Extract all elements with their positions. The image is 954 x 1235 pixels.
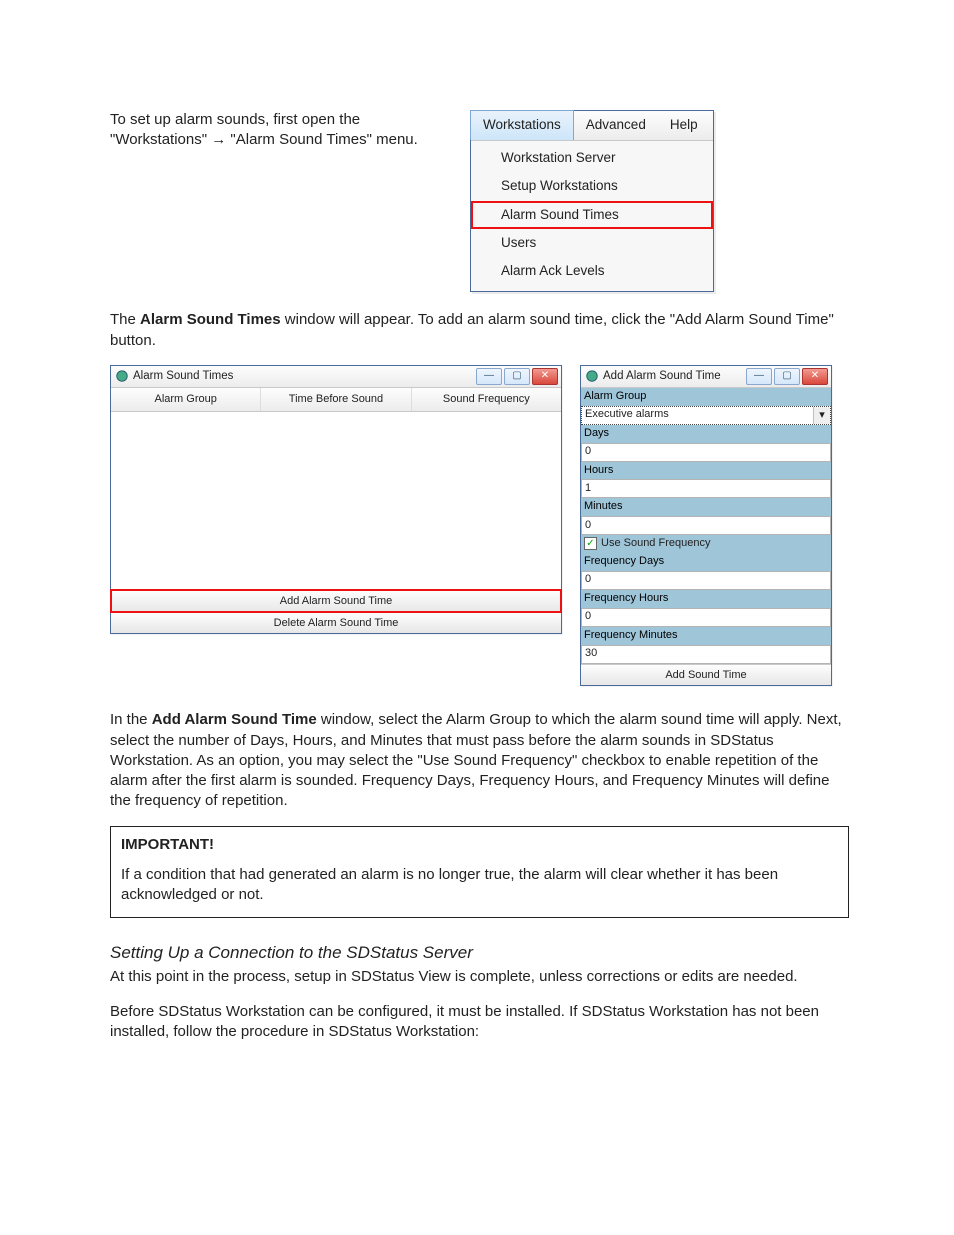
hours-value: 1 xyxy=(585,481,591,496)
freq-days-input[interactable]: 0 xyxy=(581,571,831,590)
alarm-group-label: Alarm Group xyxy=(581,388,831,406)
menu-item-alarm-ack-levels[interactable]: Alarm Ack Levels xyxy=(471,257,713,285)
workstations-menu: Workstations Advanced Help Workstation S… xyxy=(470,110,714,292)
menu-tab-workstations[interactable]: Workstations xyxy=(470,110,574,140)
add-title: Add Alarm Sound Time xyxy=(603,369,742,385)
app-icon xyxy=(115,369,129,383)
col-alarm-group[interactable]: Alarm Group xyxy=(111,388,261,411)
section-heading-connection: Setting Up a Connection to the SDStatus … xyxy=(110,942,849,965)
days-input[interactable]: 0 xyxy=(581,443,831,462)
menu-item-alarm-sound-times[interactable]: Alarm Sound Times xyxy=(471,201,713,229)
paragraph-5: Before SDStatus Workstation can be confi… xyxy=(110,1002,849,1043)
hours-input[interactable]: 1 xyxy=(581,479,831,498)
p2-bold: Alarm Sound Times xyxy=(140,311,281,328)
important-heading: IMPORTANT! xyxy=(121,835,838,855)
hours-label: Hours xyxy=(581,462,831,480)
freq-days-value: 0 xyxy=(585,572,591,587)
paragraph-2: The Alarm Sound Times window will appear… xyxy=(110,310,849,351)
freq-days-label: Frequency Days xyxy=(581,553,831,571)
alarm-sound-times-window: Alarm Sound Times — ▢ ✕ Alarm Group Time… xyxy=(110,365,562,635)
col-sound-frequency[interactable]: Sound Frequency xyxy=(412,388,561,411)
minutes-label: Minutes xyxy=(581,498,831,516)
freq-hours-label: Frequency Hours xyxy=(581,590,831,608)
add-titlebar: Add Alarm Sound Time — ▢ ✕ xyxy=(581,366,831,388)
menu-item-setup-workstations[interactable]: Setup Workstations xyxy=(471,172,713,200)
alarm-group-select[interactable]: Executive alarms ▾ xyxy=(581,406,831,425)
important-callout: IMPORTANT! If a condition that had gener… xyxy=(110,826,849,919)
minutes-value: 0 xyxy=(585,518,591,533)
p3-a: In the xyxy=(110,711,152,728)
checkbox-icon: ✓ xyxy=(584,537,597,550)
freq-hours-input[interactable]: 0 xyxy=(581,608,831,627)
freq-minutes-value: 30 xyxy=(585,646,597,661)
minutes-input[interactable]: 0 xyxy=(581,516,831,535)
minimize-icon[interactable]: — xyxy=(746,368,772,385)
important-body: If a condition that had generated an ala… xyxy=(121,865,838,906)
ast-title: Alarm Sound Times xyxy=(133,369,472,385)
use-sound-frequency-checkbox[interactable]: ✓ Use Sound Frequency xyxy=(581,535,831,553)
close-icon[interactable]: ✕ xyxy=(532,368,558,385)
menu-bar: Workstations Advanced Help xyxy=(471,111,713,141)
menu-item-users[interactable]: Users xyxy=(471,229,713,257)
menu-dropdown: Workstation Server Setup Workstations Al… xyxy=(471,141,713,291)
add-sound-time-button[interactable]: Add Sound Time xyxy=(581,664,831,686)
days-label: Days xyxy=(581,425,831,443)
ast-empty-list xyxy=(111,412,561,590)
intro-text-b: "Alarm Sound Times" menu. xyxy=(226,131,418,148)
chevron-down-icon[interactable]: ▾ xyxy=(813,407,830,424)
ast-column-headers: Alarm Group Time Before Sound Sound Freq… xyxy=(111,388,561,412)
p3-bold: Add Alarm Sound Time xyxy=(152,711,317,728)
use-sound-frequency-label: Use Sound Frequency xyxy=(601,536,710,551)
intro-paragraph: To set up alarm sounds, first open the "… xyxy=(110,110,450,151)
menu-tab-advanced[interactable]: Advanced xyxy=(574,111,658,140)
alarm-group-value: Executive alarms xyxy=(585,407,669,422)
delete-alarm-sound-time-button[interactable]: Delete Alarm Sound Time xyxy=(111,612,561,634)
maximize-icon[interactable]: ▢ xyxy=(774,368,800,385)
arrow-icon: → xyxy=(211,131,226,148)
ast-titlebar: Alarm Sound Times — ▢ ✕ xyxy=(111,366,561,388)
app-icon xyxy=(585,369,599,383)
freq-minutes-input[interactable]: 30 xyxy=(581,645,831,664)
p2-a: The xyxy=(110,311,140,328)
close-icon[interactable]: ✕ xyxy=(802,368,828,385)
add-alarm-sound-time-window: Add Alarm Sound Time — ▢ ✕ Alarm Group E… xyxy=(580,365,832,687)
col-time-before-sound[interactable]: Time Before Sound xyxy=(261,388,411,411)
freq-hours-value: 0 xyxy=(585,609,591,624)
menu-item-workstation-server[interactable]: Workstation Server xyxy=(471,144,713,172)
paragraph-3: In the Add Alarm Sound Time window, sele… xyxy=(110,710,849,811)
add-alarm-sound-time-button[interactable]: Add Alarm Sound Time xyxy=(111,590,561,612)
freq-minutes-label: Frequency Minutes xyxy=(581,627,831,645)
paragraph-4: At this point in the process, setup in S… xyxy=(110,967,849,987)
days-value: 0 xyxy=(585,444,591,459)
minimize-icon[interactable]: — xyxy=(476,368,502,385)
menu-tab-help[interactable]: Help xyxy=(658,111,710,140)
maximize-icon[interactable]: ▢ xyxy=(504,368,530,385)
